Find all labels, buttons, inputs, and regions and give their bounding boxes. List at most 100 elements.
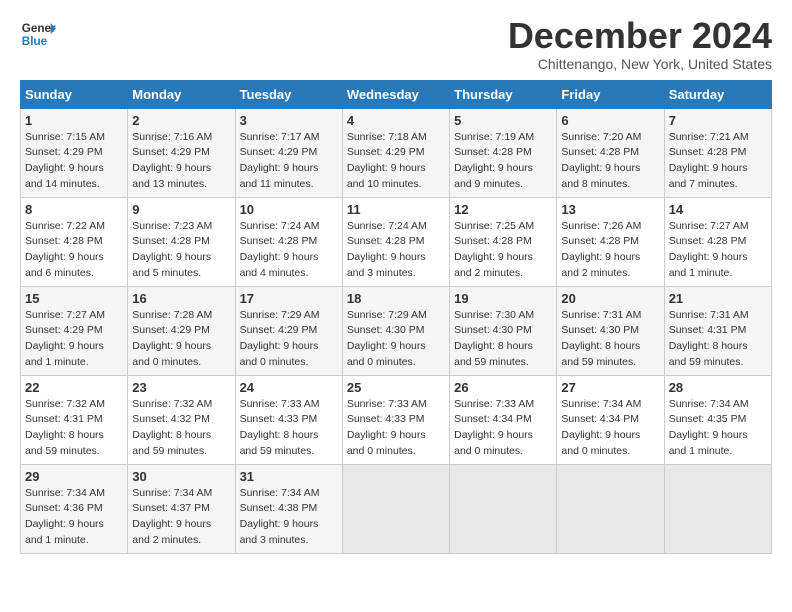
day-number: 17 bbox=[240, 291, 338, 306]
day-info: Sunrise: 7:34 AMSunset: 4:34 PMDaylight:… bbox=[561, 398, 641, 457]
empty-cell bbox=[557, 464, 664, 553]
day-number: 6 bbox=[561, 113, 659, 128]
empty-cell bbox=[342, 464, 449, 553]
day-info: Sunrise: 7:15 AMSunset: 4:29 PMDaylight:… bbox=[25, 131, 105, 190]
day-number: 24 bbox=[240, 380, 338, 395]
day-info: Sunrise: 7:31 AMSunset: 4:31 PMDaylight:… bbox=[669, 309, 749, 368]
dow-header: Friday bbox=[557, 80, 664, 108]
day-info: Sunrise: 7:34 AMSunset: 4:36 PMDaylight:… bbox=[25, 487, 105, 546]
calendar-cell: 4 Sunrise: 7:18 AMSunset: 4:29 PMDaylight… bbox=[342, 108, 449, 197]
day-number: 23 bbox=[132, 380, 230, 395]
dow-header: Tuesday bbox=[235, 80, 342, 108]
day-info: Sunrise: 7:29 AMSunset: 4:30 PMDaylight:… bbox=[347, 309, 427, 368]
calendar-cell: 15Sunrise: 7:27 AMSunset: 4:29 PMDayligh… bbox=[21, 286, 128, 375]
month-title: December 2024 bbox=[508, 16, 772, 56]
calendar-cell: 13 Sunrise: 7:26 AMSunset: 4:28 PMDayligh… bbox=[557, 197, 664, 286]
day-info: Sunrise: 7:34 AMSunset: 4:37 PMDaylight:… bbox=[132, 487, 212, 546]
calendar-cell: 3 Sunrise: 7:17 AMSunset: 4:29 PMDaylight… bbox=[235, 108, 342, 197]
logo: General Blue bbox=[20, 16, 56, 52]
day-info: Sunrise: 7:33 AMSunset: 4:33 PMDaylight:… bbox=[240, 398, 320, 457]
calendar-cell: 31 Sunrise: 7:34 AMSunset: 4:38 PMDayligh… bbox=[235, 464, 342, 553]
day-info: Sunrise: 7:30 AMSunset: 4:30 PMDaylight:… bbox=[454, 309, 534, 368]
calendar-cell: 10 Sunrise: 7:24 AMSunset: 4:28 PMDayligh… bbox=[235, 197, 342, 286]
day-number: 19 bbox=[454, 291, 552, 306]
calendar-cell: 7Sunrise: 7:21 AMSunset: 4:28 PMDaylight… bbox=[664, 108, 771, 197]
day-number: 15 bbox=[25, 291, 123, 306]
day-info: Sunrise: 7:18 AMSunset: 4:29 PMDaylight:… bbox=[347, 131, 427, 190]
title-block: December 2024 Chittenango, New York, Uni… bbox=[508, 16, 772, 72]
day-number: 29 bbox=[25, 469, 123, 484]
day-number: 1 bbox=[25, 113, 123, 128]
calendar-cell: 6 Sunrise: 7:20 AMSunset: 4:28 PMDaylight… bbox=[557, 108, 664, 197]
day-info: Sunrise: 7:17 AMSunset: 4:29 PMDaylight:… bbox=[240, 131, 320, 190]
logo-icon: General Blue bbox=[20, 16, 56, 52]
day-info: Sunrise: 7:29 AMSunset: 4:29 PMDaylight:… bbox=[240, 309, 320, 368]
day-info: Sunrise: 7:27 AMSunset: 4:28 PMDaylight:… bbox=[669, 220, 749, 279]
day-info: Sunrise: 7:16 AMSunset: 4:29 PMDaylight:… bbox=[132, 131, 212, 190]
empty-cell bbox=[450, 464, 557, 553]
calendar-cell: 23 Sunrise: 7:32 AMSunset: 4:32 PMDayligh… bbox=[128, 375, 235, 464]
day-info: Sunrise: 7:32 AMSunset: 4:32 PMDaylight:… bbox=[132, 398, 212, 457]
day-info: Sunrise: 7:28 AMSunset: 4:29 PMDaylight:… bbox=[132, 309, 212, 368]
day-info: Sunrise: 7:34 AMSunset: 4:35 PMDaylight:… bbox=[669, 398, 749, 457]
day-number: 25 bbox=[347, 380, 445, 395]
calendar-cell: 24 Sunrise: 7:33 AMSunset: 4:33 PMDayligh… bbox=[235, 375, 342, 464]
calendar-cell: 14 Sunrise: 7:27 AMSunset: 4:28 PMDayligh… bbox=[664, 197, 771, 286]
day-info: Sunrise: 7:25 AMSunset: 4:28 PMDaylight:… bbox=[454, 220, 534, 279]
calendar-cell: 30 Sunrise: 7:34 AMSunset: 4:37 PMDayligh… bbox=[128, 464, 235, 553]
day-number: 7 bbox=[669, 113, 767, 128]
day-number: 9 bbox=[132, 202, 230, 217]
calendar-cell: 22Sunrise: 7:32 AMSunset: 4:31 PMDayligh… bbox=[21, 375, 128, 464]
day-info: Sunrise: 7:23 AMSunset: 4:28 PMDaylight:… bbox=[132, 220, 212, 279]
dow-header: Saturday bbox=[664, 80, 771, 108]
calendar-cell: 9 Sunrise: 7:23 AMSunset: 4:28 PMDaylight… bbox=[128, 197, 235, 286]
day-number: 18 bbox=[347, 291, 445, 306]
dow-header: Wednesday bbox=[342, 80, 449, 108]
day-number: 5 bbox=[454, 113, 552, 128]
calendar-cell: 17 Sunrise: 7:29 AMSunset: 4:29 PMDayligh… bbox=[235, 286, 342, 375]
day-number: 28 bbox=[669, 380, 767, 395]
day-number: 26 bbox=[454, 380, 552, 395]
day-info: Sunrise: 7:20 AMSunset: 4:28 PMDaylight:… bbox=[561, 131, 641, 190]
day-info: Sunrise: 7:24 AMSunset: 4:28 PMDaylight:… bbox=[347, 220, 427, 279]
day-info: Sunrise: 7:33 AMSunset: 4:33 PMDaylight:… bbox=[347, 398, 427, 457]
calendar-cell: 11 Sunrise: 7:24 AMSunset: 4:28 PMDayligh… bbox=[342, 197, 449, 286]
calendar-cell: 19 Sunrise: 7:30 AMSunset: 4:30 PMDayligh… bbox=[450, 286, 557, 375]
day-number: 3 bbox=[240, 113, 338, 128]
calendar-cell: 16 Sunrise: 7:28 AMSunset: 4:29 PMDayligh… bbox=[128, 286, 235, 375]
calendar-cell: 26 Sunrise: 7:33 AMSunset: 4:34 PMDayligh… bbox=[450, 375, 557, 464]
day-number: 31 bbox=[240, 469, 338, 484]
day-number: 14 bbox=[669, 202, 767, 217]
calendar-cell: 28 Sunrise: 7:34 AMSunset: 4:35 PMDayligh… bbox=[664, 375, 771, 464]
day-info: Sunrise: 7:31 AMSunset: 4:30 PMDaylight:… bbox=[561, 309, 641, 368]
calendar-cell: 21Sunrise: 7:31 AMSunset: 4:31 PMDayligh… bbox=[664, 286, 771, 375]
calendar-cell: 18 Sunrise: 7:29 AMSunset: 4:30 PMDayligh… bbox=[342, 286, 449, 375]
day-number: 30 bbox=[132, 469, 230, 484]
day-info: Sunrise: 7:22 AMSunset: 4:28 PMDaylight:… bbox=[25, 220, 105, 279]
calendar-cell: 29 Sunrise: 7:34 AMSunset: 4:36 PMDayligh… bbox=[21, 464, 128, 553]
calendar-cell: 8 Sunrise: 7:22 AMSunset: 4:28 PMDaylight… bbox=[21, 197, 128, 286]
dow-header: Sunday bbox=[21, 80, 128, 108]
day-info: Sunrise: 7:19 AMSunset: 4:28 PMDaylight:… bbox=[454, 131, 534, 190]
day-number: 11 bbox=[347, 202, 445, 217]
calendar-cell: 2Sunrise: 7:16 AMSunset: 4:29 PMDaylight… bbox=[128, 108, 235, 197]
day-number: 10 bbox=[240, 202, 338, 217]
page-header: General Blue December 2024 Chittenango, … bbox=[20, 16, 772, 72]
dow-header: Monday bbox=[128, 80, 235, 108]
day-number: 4 bbox=[347, 113, 445, 128]
day-info: Sunrise: 7:24 AMSunset: 4:28 PMDaylight:… bbox=[240, 220, 320, 279]
calendar-cell: 5 Sunrise: 7:19 AMSunset: 4:28 PMDaylight… bbox=[450, 108, 557, 197]
day-number: 13 bbox=[561, 202, 659, 217]
day-info: Sunrise: 7:34 AMSunset: 4:38 PMDaylight:… bbox=[240, 487, 320, 546]
day-info: Sunrise: 7:33 AMSunset: 4:34 PMDaylight:… bbox=[454, 398, 534, 457]
day-number: 8 bbox=[25, 202, 123, 217]
empty-cell bbox=[664, 464, 771, 553]
svg-text:Blue: Blue bbox=[22, 35, 48, 48]
calendar-cell: 12 Sunrise: 7:25 AMSunset: 4:28 PMDayligh… bbox=[450, 197, 557, 286]
day-number: 12 bbox=[454, 202, 552, 217]
day-number: 16 bbox=[132, 291, 230, 306]
day-number: 27 bbox=[561, 380, 659, 395]
day-info: Sunrise: 7:32 AMSunset: 4:31 PMDaylight:… bbox=[25, 398, 105, 457]
calendar-cell: 27 Sunrise: 7:34 AMSunset: 4:34 PMDayligh… bbox=[557, 375, 664, 464]
day-info: Sunrise: 7:26 AMSunset: 4:28 PMDaylight:… bbox=[561, 220, 641, 279]
